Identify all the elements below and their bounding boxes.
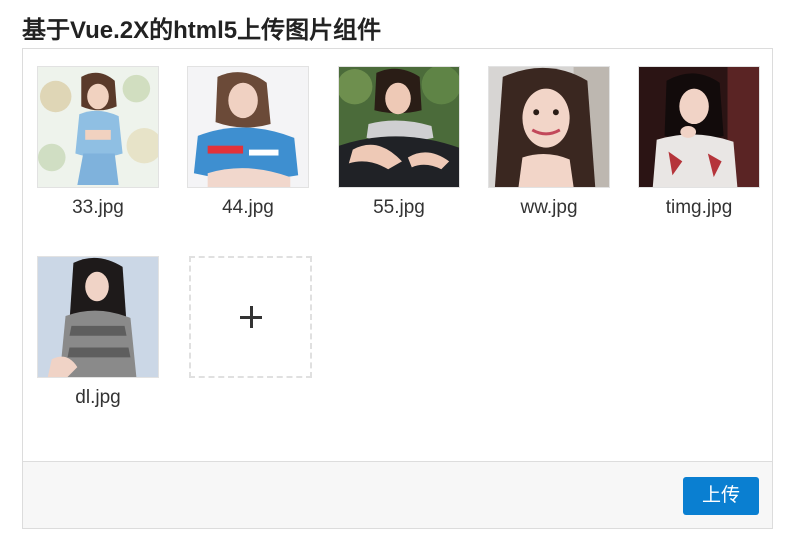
file-name: ww.jpg — [520, 197, 578, 218]
photo-thumbnail-image — [188, 67, 308, 187]
file-name: 55.jpg — [373, 197, 425, 218]
file-grid: 33.jpg 44.jpg 55.jpg ww.jpg timg.jpg dl.… — [23, 49, 772, 461]
image-thumbnail[interactable] — [37, 66, 159, 188]
image-thumbnail[interactable] — [187, 66, 309, 188]
file-name: dl.jpg — [75, 387, 121, 408]
file-item[interactable]: 55.jpg — [338, 66, 462, 226]
file-item[interactable]: dl.jpg — [37, 256, 161, 416]
file-name: 44.jpg — [222, 197, 274, 218]
image-thumbnail[interactable] — [37, 256, 159, 378]
plus-icon — [239, 306, 262, 328]
upload-button[interactable]: 上传 — [683, 477, 759, 515]
photo-thumbnail-image — [639, 67, 759, 187]
image-thumbnail[interactable] — [338, 66, 460, 188]
file-item[interactable]: ww.jpg — [488, 66, 612, 226]
file-item[interactable]: 33.jpg — [37, 66, 161, 226]
file-item[interactable]: 44.jpg — [187, 66, 311, 226]
image-thumbnail[interactable] — [638, 66, 760, 188]
photo-thumbnail-image — [489, 67, 609, 187]
photo-thumbnail-image — [339, 67, 459, 187]
photo-thumbnail-image — [38, 257, 158, 377]
file-name: timg.jpg — [665, 197, 733, 218]
image-thumbnail[interactable] — [488, 66, 610, 188]
file-item[interactable]: timg.jpg — [638, 66, 762, 226]
photo-thumbnail-image — [38, 67, 158, 187]
page-title: 基于Vue.2X的html5上传图片组件 — [22, 17, 382, 44]
image-uploader: 33.jpg 44.jpg 55.jpg ww.jpg timg.jpg dl.… — [22, 48, 773, 529]
add-image-button[interactable] — [189, 256, 312, 378]
file-name: 33.jpg — [72, 197, 124, 218]
uploader-footer: 上传 — [23, 461, 772, 528]
